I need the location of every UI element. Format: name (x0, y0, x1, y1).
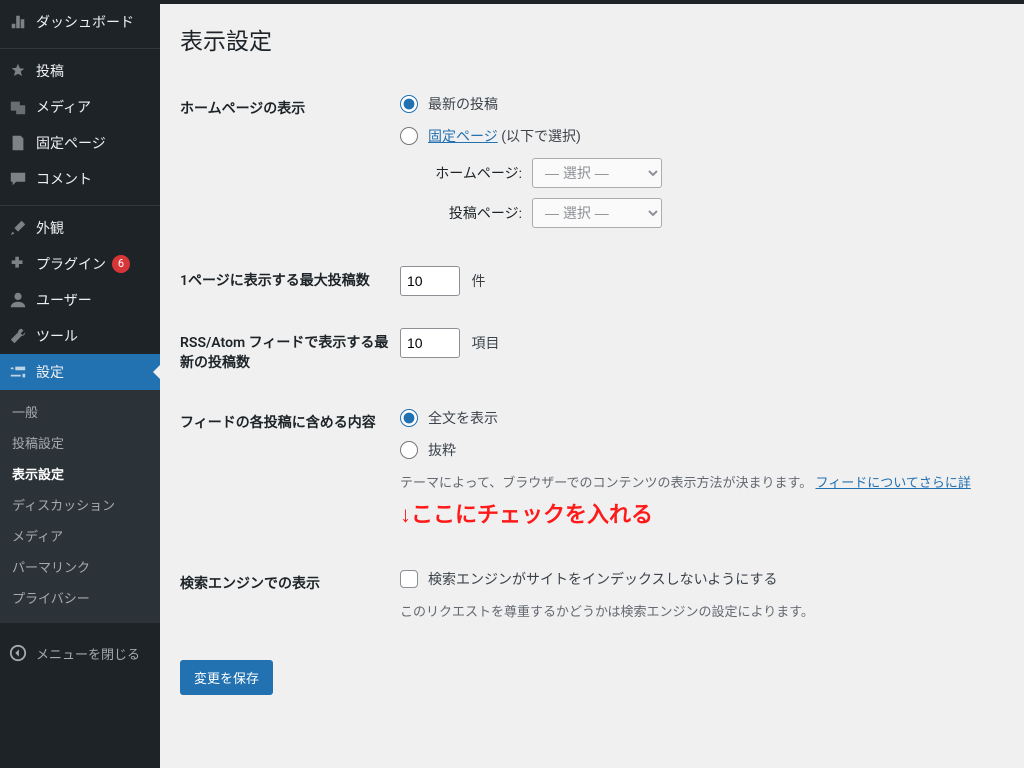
label-homepage-display: ホームページの表示 (180, 78, 400, 250)
submenu-general[interactable]: 一般 (0, 396, 160, 427)
postspage-select[interactable]: — 選択 — (532, 198, 662, 228)
sidebar-item-tools[interactable]: ツール (0, 318, 160, 354)
sidebar-item-settings[interactable]: 設定 (0, 354, 160, 390)
page-title: 表示設定 (180, 22, 1004, 56)
sidebar-item-media[interactable]: メディア (0, 89, 160, 125)
plugin-update-badge: 6 (112, 255, 130, 273)
dashboard-icon (8, 12, 28, 32)
sidebar-item-plugins[interactable]: プラグイン 6 (0, 246, 160, 282)
feed-items-unit: 項目 (471, 336, 499, 352)
posts-per-page-unit: 件 (471, 274, 485, 290)
radio-full-label: 全文を表示 (428, 408, 498, 428)
homepage-select[interactable]: — 選択 — (532, 158, 662, 188)
media-icon (8, 97, 28, 117)
sidebar-item-comments[interactable]: コメント (0, 161, 160, 197)
submenu-discussion[interactable]: ディスカッション (0, 489, 160, 520)
collapse-label: メニューを閉じる (36, 644, 140, 663)
sidebar-label: コメント (36, 169, 92, 189)
sidebar-separator (0, 44, 160, 49)
radio-static-page[interactable] (400, 127, 418, 145)
search-visibility-description: このリクエストを尊重するかどうかは検索エンジンの設定によります。 (400, 601, 1004, 620)
radio-full-text[interactable] (400, 409, 418, 427)
radio-excerpt-label: 抜粋 (428, 440, 456, 460)
annotation-arrow: ↓ここにチェックを入れる (400, 497, 1004, 529)
checkbox-discourage-label: 検索エンジンがサイトをインデックスしないようにする (428, 569, 777, 589)
page-icon (8, 133, 28, 153)
sidebar-label: プラグイン (36, 254, 106, 274)
radio-excerpt[interactable] (400, 441, 418, 459)
sidebar-item-pages[interactable]: 固定ページ (0, 125, 160, 161)
sidebar-label: 固定ページ (36, 133, 106, 153)
input-posts-per-page[interactable] (400, 266, 460, 296)
sidebar-separator (0, 201, 160, 206)
sidebar-label: ダッシュボード (36, 12, 134, 32)
sidebar-label: 外観 (36, 218, 64, 238)
checkbox-discourage-search[interactable] (400, 570, 418, 588)
settings-form: ホームページの表示 最新の投稿 固定ページ (以下で選択) ホームページ: — … (180, 78, 1004, 636)
plugin-icon (8, 254, 28, 274)
submenu-media[interactable]: メディア (0, 520, 160, 551)
pin-icon (8, 61, 28, 81)
wrench-icon (8, 326, 28, 346)
postspage-select-label: 投稿ページ: (422, 203, 522, 223)
collapse-menu[interactable]: メニューを閉じる (0, 633, 160, 673)
label-feed-content: フィードの各投稿に含める内容 (180, 392, 400, 553)
input-feed-items[interactable] (400, 328, 460, 358)
user-icon (8, 290, 28, 310)
label-feed-items: RSS/Atom フィードで表示する最新の投稿数 (180, 312, 400, 392)
settings-submenu: 一般 投稿設定 表示設定 ディスカッション メディア パーマリンク プライバシー (0, 390, 160, 623)
brush-icon (8, 218, 28, 238)
sidebar-item-users[interactable]: ユーザー (0, 282, 160, 318)
settings-sliders-icon (8, 362, 28, 382)
label-posts-per-page: 1ページに表示する最大投稿数 (180, 250, 400, 312)
submenu-privacy[interactable]: プライバシー (0, 582, 160, 613)
sidebar-item-appearance[interactable]: 外観 (0, 210, 160, 246)
admin-sidebar: ダッシュボード 投稿 メディア 固定ページ コメント 外観 (0, 4, 160, 768)
sidebar-label: ユーザー (36, 290, 92, 310)
static-page-link[interactable]: 固定ページ (428, 129, 498, 145)
sidebar-label: 設定 (36, 362, 64, 382)
sidebar-item-dashboard[interactable]: ダッシュボード (0, 4, 160, 40)
sidebar-label: ツール (36, 326, 78, 346)
radio-latest-posts[interactable] (400, 95, 418, 113)
sidebar-label: 投稿 (36, 61, 64, 81)
homepage-select-label: ホームページ: (422, 163, 522, 183)
collapse-icon (8, 643, 28, 663)
comment-icon (8, 169, 28, 189)
sidebar-label: メディア (36, 97, 91, 117)
submenu-reading[interactable]: 表示設定 (0, 458, 160, 489)
static-page-suffix: (以下で選択) (498, 129, 581, 145)
submenu-permalink[interactable]: パーマリンク (0, 551, 160, 582)
feed-description-text: テーマによって、ブラウザーでのコンテンツの表示方法が決まります。 (400, 476, 812, 491)
submenu-writing[interactable]: 投稿設定 (0, 427, 160, 458)
radio-latest-label: 最新の投稿 (428, 94, 498, 114)
feed-learn-more-link[interactable]: フィードについてさらに詳 (815, 476, 970, 491)
content-area: 表示設定 ホームページの表示 最新の投稿 固定ページ (以下で選択) ホームペー… (160, 4, 1024, 768)
label-search-visibility: 検索エンジンでの表示 (180, 553, 400, 636)
save-changes-button[interactable]: 変更を保存 (180, 660, 273, 695)
sidebar-item-posts[interactable]: 投稿 (0, 53, 160, 89)
